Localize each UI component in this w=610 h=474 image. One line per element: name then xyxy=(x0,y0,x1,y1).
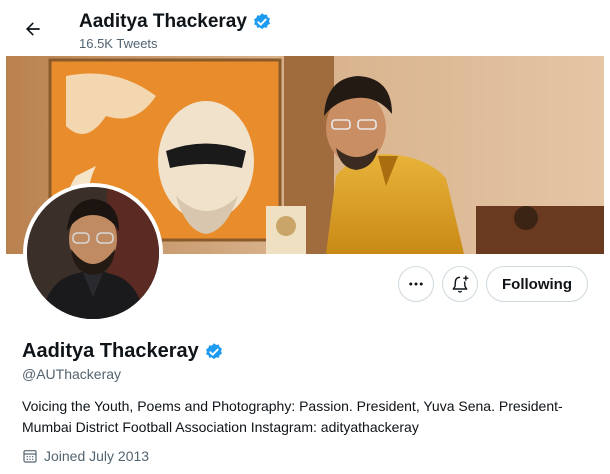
avatar-border xyxy=(23,183,163,323)
header-title: Aaditya Thackeray xyxy=(79,11,272,33)
back-button[interactable] xyxy=(20,16,46,42)
profile-name: Aaditya Thackeray xyxy=(22,340,199,362)
more-icon xyxy=(409,282,423,286)
profile-name-row: Aaditya Thackeray xyxy=(22,340,224,363)
back-arrow-icon xyxy=(26,22,40,36)
avatar[interactable] xyxy=(27,187,159,319)
header-name: Aaditya Thackeray xyxy=(79,11,247,32)
notifications-button[interactable] xyxy=(442,266,478,302)
calendar-icon xyxy=(23,450,37,463)
verified-badge-icon xyxy=(205,342,222,359)
bell-plus-icon xyxy=(452,275,469,293)
following-button[interactable]: Following xyxy=(486,266,588,302)
tweets-count: 16.5K Tweets xyxy=(79,36,158,51)
joined-text: Joined July 2013 xyxy=(44,448,150,464)
top-bar: Aaditya Thackeray 16.5K Tweets xyxy=(6,0,604,56)
avatar-photo xyxy=(27,187,159,319)
profile-page: Aaditya Thackeray 16.5K Tweets Following… xyxy=(6,0,604,474)
joined-date: Joined July 2013 xyxy=(22,448,149,464)
more-button[interactable] xyxy=(398,266,434,302)
verified-badge-icon xyxy=(254,13,270,30)
profile-bio: Voicing the Youth, Poems and Photography… xyxy=(22,398,563,435)
profile-handle: @AUThackeray xyxy=(22,366,122,382)
